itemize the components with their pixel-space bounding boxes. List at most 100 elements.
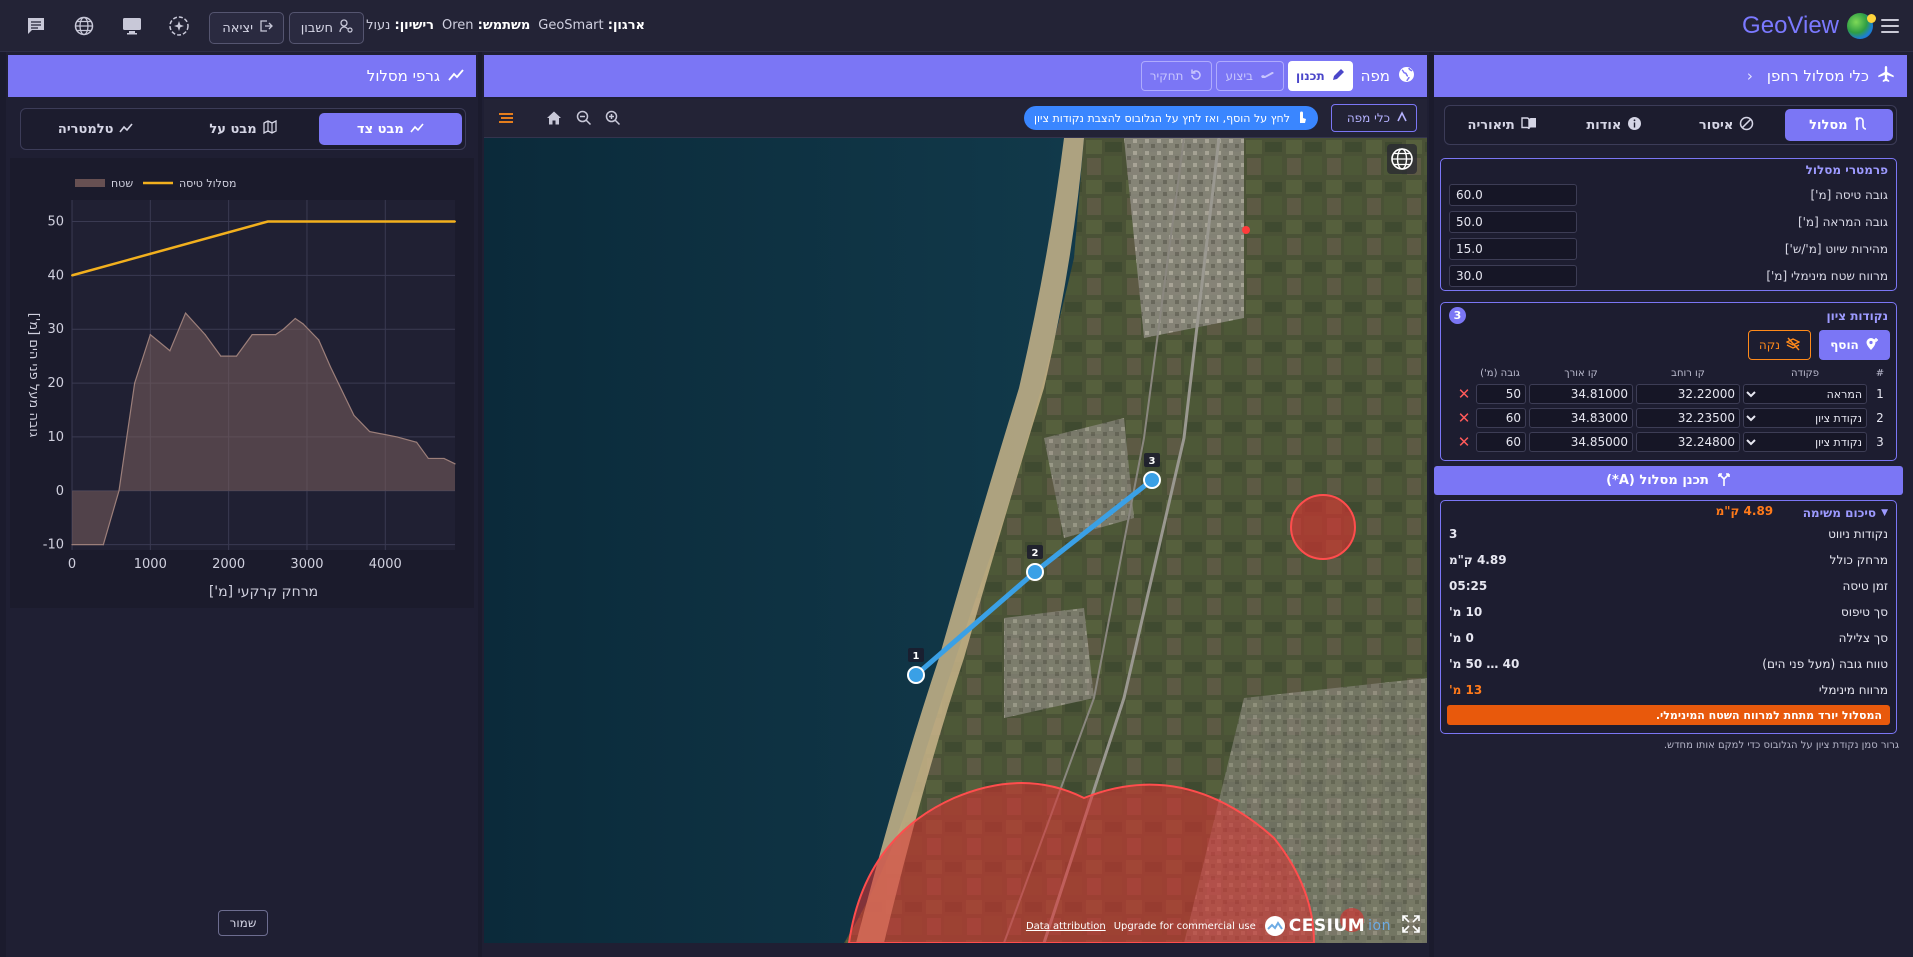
waypoint-row: 3 נקודת ציון ✕	[1441, 430, 1896, 454]
elevation-profile-chart: 0 1000 2000 3000 4000 -10 0 10 20 30 40 50 שטח מסלול …	[26, 177, 456, 600]
chat-icon[interactable]	[25, 15, 47, 37]
y-tick-label: -10	[43, 538, 64, 553]
user-label: משתמש: Oren	[441, 18, 531, 33]
flight-path-point	[266, 220, 269, 223]
ai-sparkle-icon[interactable]	[168, 15, 190, 37]
clear-layers-icon	[1785, 337, 1801, 354]
tab-top-view[interactable]: מבט על	[171, 113, 314, 145]
svg-text:2: 2	[1032, 548, 1039, 559]
y-tick-label: 50	[47, 215, 64, 230]
terrain-point	[294, 317, 296, 320]
delete-waypoint-icon[interactable]: ✕	[1455, 409, 1473, 427]
waypoint-lon-input[interactable]	[1529, 408, 1633, 428]
clear-waypoints-button[interactable]: נקה	[1748, 330, 1811, 360]
menu-icon[interactable]	[1881, 19, 1899, 33]
monitor-icon[interactable]	[121, 15, 143, 37]
waypoint-action-select[interactable]: נקודת ציון	[1743, 432, 1867, 452]
param-cruise-speed: מהירות שיוט [מ'/ש']	[1441, 235, 1896, 262]
left-panel-header: גרפי מסלול	[8, 55, 476, 97]
org-info: ארגון: GeoSmart משתמש: Oren רישיון: נעול	[366, 18, 645, 33]
takeoff-altitude-input[interactable]	[1449, 210, 1577, 233]
upgrade-link[interactable]: Upgrade for commercial use	[1114, 921, 1256, 932]
cruise-speed-input[interactable]	[1449, 237, 1577, 260]
summary-row: נקודות ניווט 3	[1449, 527, 1888, 541]
waypoint-lon-input[interactable]	[1529, 432, 1633, 452]
logout-button[interactable]: יציאה	[209, 12, 284, 44]
mode-execute-button[interactable]: ביצוע	[1216, 61, 1284, 91]
takeoff-icon	[1259, 69, 1275, 84]
terrain-point	[251, 334, 253, 336]
zoom-in-icon[interactable]	[605, 110, 621, 129]
terrain-point	[282, 328, 285, 330]
cesium-credits: Data attribution Upgrade for commercial …	[1026, 915, 1391, 937]
layers-menu-icon[interactable]	[498, 112, 514, 127]
waypoint-alt-input[interactable]	[1476, 432, 1526, 452]
data-attribution-link[interactable]: Data attribution	[1026, 921, 1106, 932]
terrain-alert: המסלול יורד מתחת למרווח השטח המינימלי.	[1447, 705, 1890, 725]
map-tools-button[interactable]: כלי מפה	[1331, 104, 1417, 132]
tab-telemetry[interactable]: טלמטריה	[24, 113, 167, 145]
plan-route-button[interactable]: תכנן מסלול (A*)	[1434, 466, 1903, 495]
save-button[interactable]: שמור	[218, 910, 268, 936]
mission-summary-box: ▼ סיכום משימה 4.89 ק"מ נקודות ניווט 3 מרח…	[1440, 500, 1897, 734]
y-axis-label: גובה מעל פני הים [מ']	[26, 313, 41, 438]
waypoint-lon-input[interactable]	[1529, 384, 1633, 404]
terrain-point	[396, 436, 398, 438]
y-tick-label: 40	[47, 268, 64, 283]
terrain-point	[443, 457, 445, 460]
waypoint-alt-input[interactable]	[1476, 384, 1526, 404]
x-tick-label: 4000	[369, 557, 402, 572]
elevation-chart-area: 0 1000 2000 3000 4000 -10 0 10 20 30 40 50 שטח מסלול …	[10, 158, 474, 608]
waypoint-lat-input[interactable]	[1636, 384, 1740, 404]
terrain-point	[169, 350, 171, 352]
waypoints-table-header: # פקודה קו רוחב קו אורך גובה (מ')	[1480, 367, 1885, 379]
terrain-point	[416, 441, 418, 443]
cesium-globe-map[interactable]: 1 2 3 Data attribution Upgrade for comme…	[484, 138, 1427, 943]
language-globe-icon[interactable]	[73, 15, 95, 37]
fork-route-icon	[1717, 471, 1731, 491]
account-button[interactable]: חשבון	[289, 12, 364, 44]
map-panel-header: מפה תכנון ביצוע תחקיר	[484, 55, 1427, 97]
tab-about[interactable]: אודות	[1560, 109, 1668, 141]
terrain-point	[275, 334, 277, 336]
caret-down-icon: ▼	[1881, 507, 1888, 518]
ban-icon	[1739, 116, 1754, 135]
waypoint-action-select[interactable]: המראה	[1743, 384, 1867, 404]
zoom-out-icon[interactable]	[576, 110, 592, 129]
mission-summary-title[interactable]: ▼ סיכום משימה	[1803, 506, 1888, 520]
summary-row: טווח גובה (מעל פני הים) 40 … 50 מ'	[1449, 657, 1888, 671]
waypoint-action-select[interactable]: נקודת ציון	[1743, 408, 1867, 428]
terrain-point	[235, 355, 238, 357]
right-panel-title: כלי מסלול רחפן	[1766, 67, 1869, 85]
book-icon	[1521, 116, 1537, 134]
chart-tabs: מבט צד מבט על טלמטריה	[20, 108, 466, 150]
flight-altitude-input[interactable]	[1449, 183, 1577, 206]
globe-icon	[1398, 66, 1415, 87]
add-waypoint-button[interactable]: הוסף	[1819, 330, 1890, 360]
waypoint-alt-input[interactable]	[1476, 408, 1526, 428]
waypoint-lat-input[interactable]	[1636, 432, 1740, 452]
chevron-left-icon[interactable]: ‹	[1747, 67, 1753, 85]
globe-view-icon[interactable]	[1387, 144, 1417, 174]
tab-side-view[interactable]: מבט צד	[318, 113, 462, 145]
min-clearance-input[interactable]	[1449, 264, 1577, 287]
right-panel-tabs: מסלול איסור אודות תיאוריה	[1444, 105, 1897, 145]
trend-icon	[119, 122, 134, 137]
top-bar: GeoView	[0, 0, 1913, 52]
home-icon[interactable]	[546, 110, 562, 129]
tab-restriction[interactable]: איסור	[1673, 109, 1781, 141]
waypoints-title: נקודות ציון	[1826, 308, 1888, 323]
delete-waypoint-icon[interactable]: ✕	[1455, 385, 1473, 403]
terrain-point	[71, 544, 73, 546]
tab-theory[interactable]: תיאוריה	[1448, 109, 1556, 141]
fullscreen-icon[interactable]	[1401, 914, 1421, 937]
mode-plan-button[interactable]: תכנון	[1287, 61, 1353, 91]
tab-route[interactable]: מסלול	[1784, 109, 1893, 141]
brand: GeoView	[1742, 12, 1899, 40]
waypoint-lat-input[interactable]	[1636, 408, 1740, 428]
param-takeoff-altitude: גובה המראה [מ']	[1441, 208, 1896, 235]
mode-review-button[interactable]: תחקיר	[1140, 61, 1213, 91]
waypoints-box: נקודות ציון 3 הוסף נקה # פקודה קו רוחב ק…	[1440, 302, 1897, 461]
delete-waypoint-icon[interactable]: ✕	[1455, 433, 1473, 451]
add-pin-icon	[1865, 337, 1879, 354]
